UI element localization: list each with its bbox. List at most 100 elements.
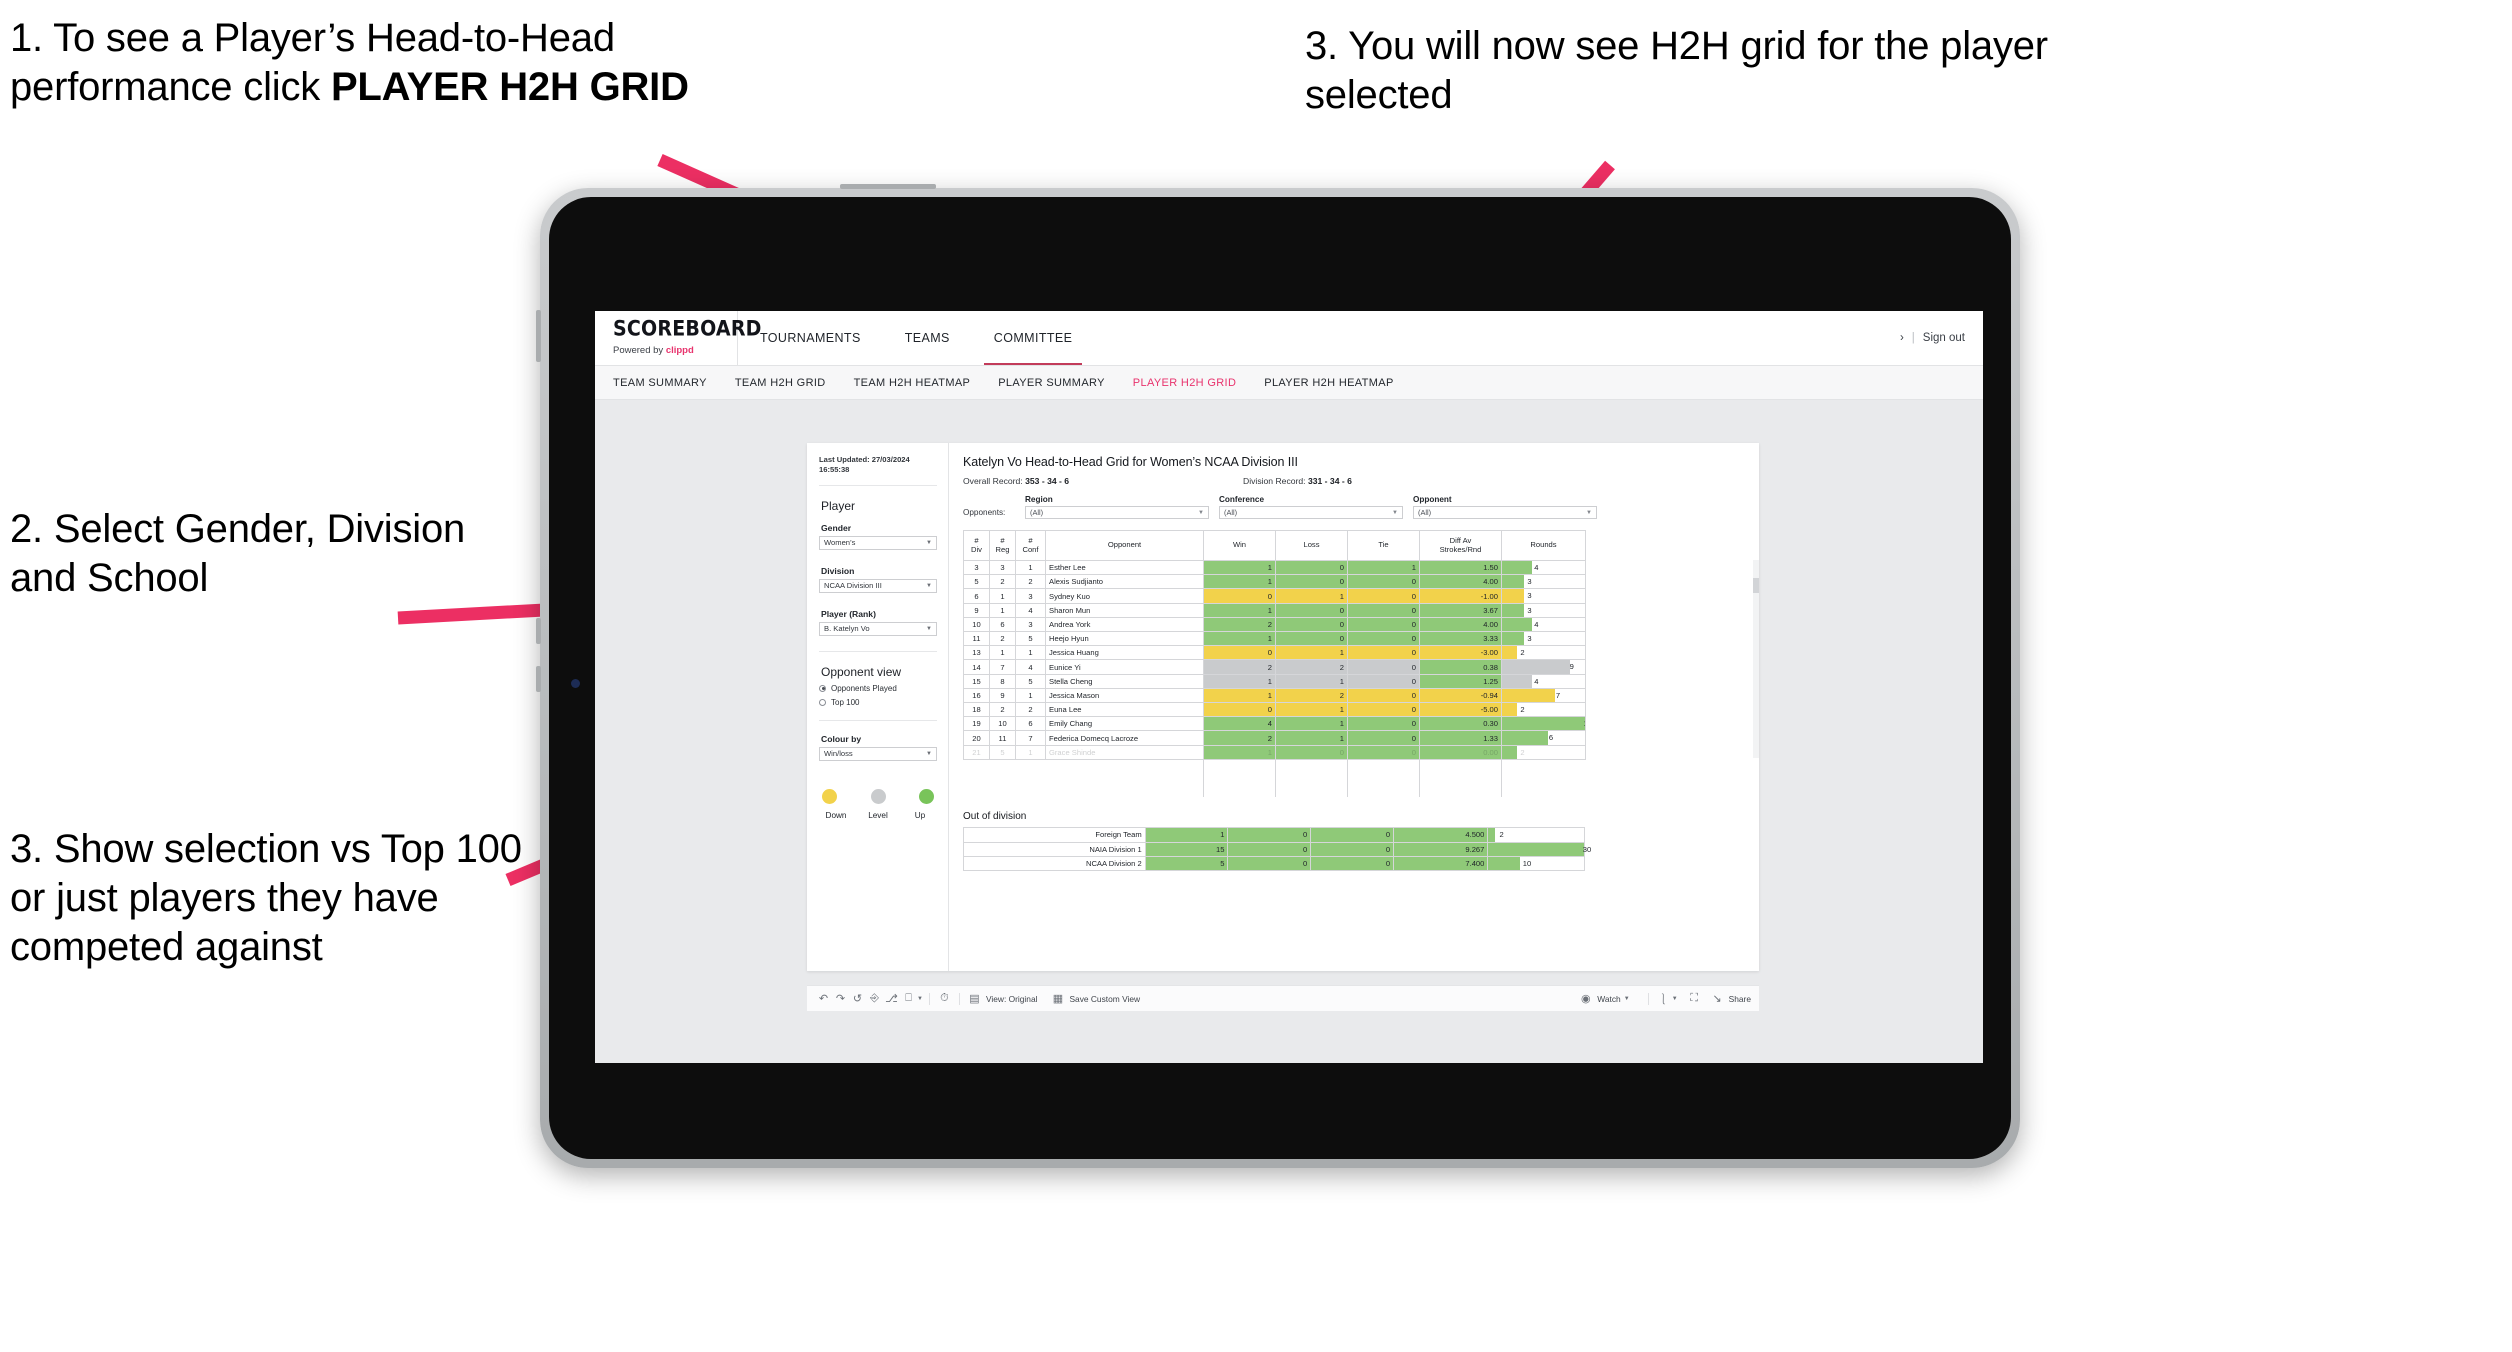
region-select[interactable]: (All) ▼ — [1025, 506, 1209, 519]
table-row[interactable]: 21 5 1 Grace Shinde 1 0 0 0.00 2 — [963, 744, 1586, 760]
cell-opponent: Sharon Mun — [1045, 602, 1204, 618]
subnav-item-player-h2h-grid[interactable]: PLAYER H2H GRID — [1133, 377, 1236, 389]
cell-conf: 1 — [1015, 559, 1046, 576]
download-icon[interactable]: ⎱ — [1655, 991, 1672, 1007]
table-scrollbar[interactable] — [1753, 560, 1759, 758]
gender-select[interactable]: Women’s ▼ — [819, 535, 937, 550]
cell-reg: 1 — [989, 602, 1016, 618]
share-icon: ↘ — [1712, 993, 1722, 1005]
filter-panel: Last Updated: 27/03/2024 16:55:38 Player… — [807, 443, 949, 971]
table-row[interactable]: 19106Emily Chang4100.3011 — [963, 716, 1586, 732]
radio-top-100[interactable]: Top 100 — [819, 698, 937, 707]
table-cell: 2 — [1275, 687, 1348, 704]
conference-select[interactable]: (All) ▼ — [1219, 506, 1403, 519]
view-original-button[interactable]: ▤ View: Original — [966, 992, 1037, 1005]
table-cell: 0.30 — [1419, 716, 1502, 732]
subnav-item-player-h2h-heatmap[interactable]: PLAYER H2H HEATMAP — [1264, 377, 1393, 389]
cell-reg: 3 — [989, 559, 1016, 576]
refresh-icon[interactable]: ⎆ — [866, 992, 883, 1005]
col-header-diff[interactable]: Diff Av Strokes/Rnd — [1419, 530, 1502, 561]
sign-out-link[interactable]: Sign out — [1923, 332, 1965, 344]
col-header-win[interactable]: Win — [1203, 530, 1276, 561]
table-row[interactable]: 18 2 2 Euna Lee 0 1 0 -5.00 2 — [963, 702, 1586, 718]
cell-reg: 5 — [989, 744, 1016, 760]
table-row[interactable]: 13 1 1 Jessica Huang 0 1 0 -3.00 2 — [963, 645, 1586, 661]
tablet-power-button — [840, 184, 936, 189]
pause-icon[interactable]: ⎇ — [883, 992, 900, 1005]
table-row[interactable]: 11 2 5 Heejo Hyun 1 0 0 3.33 3 — [963, 631, 1586, 647]
cell-div: 19 — [963, 716, 990, 732]
fullscreen-icon[interactable]: ⛶ — [1686, 992, 1703, 1005]
subnav-item-team-h2h-heatmap[interactable]: TEAM H2H HEATMAP — [854, 377, 971, 389]
callout-2-text: 2. Select Gender, Division and School — [10, 507, 466, 600]
h2h-grid-wrap: # Div # Reg # Conf Opponent Win Loss Tie Di… — [963, 530, 1759, 798]
table-cell-rounds: 4 — [1501, 616, 1586, 633]
table-cell: 0.38 — [1419, 659, 1502, 675]
opponent-filter-opponent: Opponent (All) ▼ — [1413, 495, 1597, 519]
callout-step-1: 1. To see a Player’s Head-to-Head perfor… — [10, 14, 750, 112]
topnav-item-committee[interactable]: COMMITTEE — [972, 311, 1095, 365]
brand-logo[interactable]: SCOREBOARD Powered by clippd — [595, 311, 761, 365]
chevron-down-icon: ▼ — [926, 582, 932, 589]
division-label: Division — [821, 565, 855, 576]
col-header-rounds[interactable]: Rounds — [1501, 530, 1586, 561]
chevron-down-icon[interactable]: ▼ — [1672, 996, 1678, 1002]
cell-conf: 3 — [1015, 588, 1046, 604]
table-row[interactable]: 10 6 3 Andrea York 2 0 0 4.00 4 — [963, 616, 1586, 633]
table-row[interactable]: 15 8 5 Stella Cheng 1 1 0 1.25 4 — [963, 673, 1586, 689]
table-row[interactable]: Foreign Team 1 0 0 4.500 2 — [963, 827, 1585, 843]
cell-div: 16 — [963, 687, 990, 704]
subnav-item-team-h2h-grid[interactable]: TEAM H2H GRID — [735, 377, 826, 389]
opponent-select[interactable]: (All) ▼ — [1413, 506, 1597, 519]
table-row[interactable]: 5 2 2 Alexis Sudjianto 1 0 0 4.00 3 — [963, 574, 1586, 590]
watch-button[interactable]: ◉ Watch ▼ — [1577, 992, 1630, 1005]
undo-icon[interactable]: ↶ — [815, 992, 832, 1005]
revert-icon[interactable]: ↺ — [849, 992, 866, 1005]
col-header-conf[interactable]: # Conf — [1015, 530, 1046, 561]
table-cell: 0 — [1310, 841, 1395, 857]
cell-conf: 1 — [1015, 687, 1046, 704]
table-row[interactable]: 6 1 3 Sydney Kuo 0 1 0 -1.00 3 — [963, 588, 1586, 604]
colour-legend: Down Level Up — [819, 788, 937, 820]
table-scrollbar-thumb[interactable] — [1753, 578, 1759, 593]
colour-by-select[interactable]: Win/loss ▼ — [819, 746, 937, 761]
overall-record-value: 353 - 34 - 6 — [1025, 476, 1070, 486]
subnav-item-player-summary[interactable]: PLAYER SUMMARY — [998, 377, 1105, 389]
table-row[interactable]: 16 9 1 Jessica Mason 1 2 0 -0.94 7 — [963, 687, 1586, 704]
table-cell: 1 — [1275, 716, 1348, 732]
swap-icon[interactable]: ⎕ — [900, 992, 917, 1005]
table-cell: 0 — [1347, 659, 1420, 675]
radio-opponents-played[interactable]: Opponents Played — [819, 684, 937, 693]
save-custom-view-button[interactable]: ▦ Save Custom View — [1049, 992, 1140, 1005]
table-row[interactable]: 14 7 4 Eunice Yi 2 2 0 0.38 9 — [963, 659, 1586, 675]
col-header-loss[interactable]: Loss — [1275, 530, 1348, 561]
clock-icon[interactable]: ⏱ — [936, 992, 953, 1005]
redo-icon[interactable]: ↷ — [832, 992, 849, 1005]
cell-div: 20 — [963, 730, 990, 746]
table-cell: 1 — [1203, 574, 1276, 590]
cell-opponent: Esther Lee — [1045, 559, 1204, 576]
col-header-tie[interactable]: Tie — [1347, 530, 1420, 561]
out-of-division-title: Out of division — [963, 811, 1027, 823]
chevron-down-icon[interactable]: ▼ — [917, 996, 923, 1002]
table-row[interactable]: NAIA Division 1 15 0 0 9.267 30 — [963, 841, 1591, 857]
player-section-heading: Player — [821, 498, 856, 513]
cell-conf: 4 — [1015, 602, 1046, 618]
table-row[interactable]: NCAA Division 2 5 0 0 7.400 10 — [963, 855, 1585, 871]
col-header-opponent[interactable]: Opponent — [1045, 530, 1204, 561]
table-row[interactable]: 20 11 7 Federica Domecq Lacroze 2 1 0 1.33 6 — [963, 730, 1586, 746]
col-header-reg[interactable]: # Reg — [989, 530, 1016, 561]
topnav-item-teams[interactable]: TEAMS — [883, 311, 972, 365]
chevron-right-icon[interactable]: › — [1900, 332, 1904, 344]
table-row[interactable]: 9 1 4 Sharon Mun 1 0 0 3.67 3 — [963, 602, 1586, 618]
share-button[interactable]: ↘ Share — [1709, 992, 1751, 1005]
callout-step-2: 2. Select Gender, Division and School — [10, 505, 510, 603]
col-header-div[interactable]: # Div — [963, 530, 990, 561]
table-row[interactable]: 3 3 1 Esther Lee 1 0 1 1.50 4 — [963, 559, 1586, 576]
division-select[interactable]: NCAA Division III ▼ — [819, 578, 937, 593]
player-rank-select[interactable]: B. Katelyn Vo ▼ — [819, 621, 937, 636]
table-cell: 0 — [1347, 702, 1420, 718]
chevron-down-icon: ▼ — [926, 625, 932, 632]
subnav-item-team-summary[interactable]: TEAM SUMMARY — [613, 377, 707, 389]
gender-label: Gender — [821, 522, 852, 533]
